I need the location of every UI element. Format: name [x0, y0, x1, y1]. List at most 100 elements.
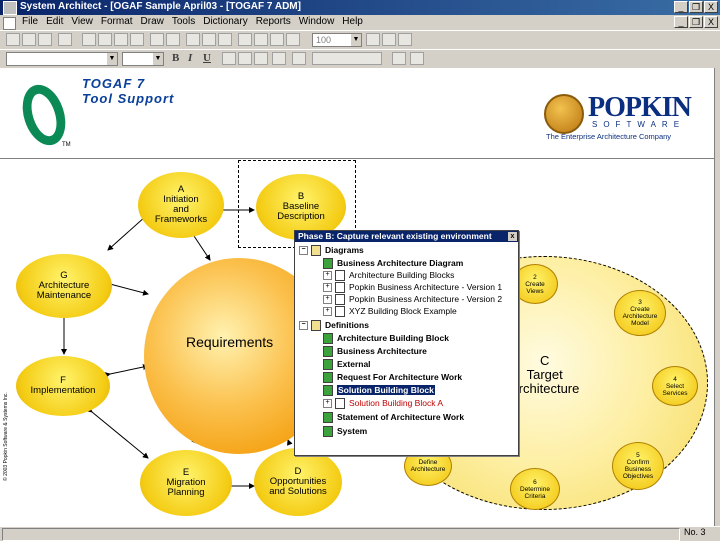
menu-window[interactable]: Window [299, 16, 335, 27]
menu-view[interactable]: View [71, 16, 93, 27]
tree-label: Solution Building Block A [349, 398, 444, 408]
cut-icon[interactable] [82, 33, 96, 46]
align-icon[interactable] [254, 33, 268, 46]
pointer-icon[interactable] [392, 52, 406, 65]
align-center-icon[interactable] [238, 52, 252, 65]
size-combo[interactable]: ▼ [122, 52, 164, 66]
menu-draw[interactable]: Draw [141, 16, 164, 27]
properties-icon[interactable] [150, 33, 164, 46]
paste-icon[interactable] [114, 33, 128, 46]
doc-minimize-button[interactable]: _ [674, 16, 688, 28]
font-combo[interactable]: ▼ [6, 52, 118, 66]
step-5-node[interactable]: 5 Confirm Business Objectives [612, 442, 664, 490]
connector-icon[interactable] [410, 52, 424, 65]
tree-item-abb[interactable]: + Architecture Building Blocks [323, 269, 455, 282]
chevron-down-icon[interactable]: ▼ [153, 53, 163, 65]
phase-f-node[interactable]: F Implementation [16, 356, 110, 416]
menu-help[interactable]: Help [342, 16, 363, 27]
align-left-icon[interactable] [222, 52, 236, 65]
line-style-combo[interactable] [312, 52, 382, 65]
vertical-scrollbar[interactable] [714, 68, 720, 526]
menu-reports[interactable]: Reports [256, 16, 291, 27]
tree-item-popkin-v2[interactable]: + Popkin Business Architecture - Version … [323, 293, 502, 306]
save-icon[interactable] [38, 33, 52, 46]
chevron-down-icon[interactable]: ▼ [351, 34, 361, 46]
phase-a-node[interactable]: A Initiation and Frameworks [138, 172, 224, 238]
expand-icon[interactable]: + [323, 399, 332, 409]
tree-item-sbb-a[interactable]: + Solution Building Block A [323, 397, 444, 410]
tree-item-sbb[interactable]: Solution Building Block [323, 384, 435, 397]
doc-restore-button[interactable]: ❒ [689, 16, 703, 28]
step-3-node[interactable]: 3 Create Architecture Model [614, 290, 666, 336]
chevron-down-icon[interactable]: ▼ [107, 53, 117, 65]
table-icon[interactable] [202, 33, 216, 46]
document-icon [335, 294, 345, 306]
collapse-icon[interactable]: − [299, 321, 308, 331]
step-6-node[interactable]: 6 Determine Criteria [510, 468, 560, 510]
expand-icon[interactable]: + [323, 307, 332, 317]
bold-button[interactable]: B [172, 52, 179, 64]
layout-icon[interactable] [270, 33, 284, 46]
arrow-a-g [107, 210, 152, 251]
phase-g-node[interactable]: G Architecture Maintenance [16, 254, 112, 318]
italic-button[interactable]: I [188, 52, 192, 64]
tree-label: Statement of Architecture Work [337, 412, 465, 422]
expand-icon[interactable]: + [323, 271, 332, 281]
definition-icon [323, 412, 333, 424]
phase-e-node[interactable]: E Migration Planning [140, 450, 232, 516]
reports-icon[interactable] [218, 33, 232, 46]
browser-icon[interactable] [166, 33, 180, 46]
tree-item-xyz[interactable]: + XYZ Building Block Example [323, 305, 457, 318]
tree-item-abb-def[interactable]: Architecture Building Block [323, 332, 449, 345]
undo-icon[interactable] [130, 33, 144, 46]
step-4-node[interactable]: 4 Select Services [652, 366, 698, 406]
fill-color-icon[interactable] [272, 52, 286, 65]
zoom-combo[interactable]: 100 ▼ [312, 33, 362, 47]
doc-close-button[interactable]: X [704, 16, 718, 28]
tree-item-system[interactable]: System [323, 425, 367, 438]
copy-icon[interactable] [98, 33, 112, 46]
tree-item-statement[interactable]: Statement of Architecture Work [323, 411, 465, 424]
menu-dictionary[interactable]: Dictionary [203, 16, 247, 27]
zoom-out-icon[interactable] [382, 33, 396, 46]
tree-item-request[interactable]: Request For Architecture Work [323, 371, 462, 384]
open-icon[interactable] [22, 33, 36, 46]
app-icon[interactable] [3, 1, 17, 15]
tree-item-business-architecture-diagram[interactable]: Business Architecture Diagram [323, 257, 463, 270]
align-right-icon[interactable] [254, 52, 268, 65]
tree-item-business-architecture[interactable]: Business Architecture [323, 345, 427, 358]
document-icon [335, 282, 345, 294]
diagram-icon[interactable] [186, 33, 200, 46]
close-button[interactable]: X [704, 1, 718, 13]
menu-file[interactable]: File [22, 16, 38, 27]
tree-item-diagrams[interactable]: − Diagrams [299, 244, 364, 257]
collapse-icon[interactable]: − [299, 246, 308, 256]
expand-icon[interactable]: + [323, 283, 332, 293]
window-titlebar[interactable]: System Architect - [OGAF Sample April03 … [0, 0, 720, 15]
print-icon[interactable] [58, 33, 72, 46]
maximize-button[interactable]: ❒ [689, 1, 703, 13]
document-icon[interactable] [3, 17, 16, 30]
zoom-in-icon[interactable] [366, 33, 380, 46]
document-icon [335, 306, 345, 318]
binoculars-icon[interactable] [286, 33, 300, 46]
phase-d-node[interactable]: D Opportunities and Solutions [254, 448, 342, 516]
menu-tools[interactable]: Tools [172, 16, 195, 27]
grid-icon[interactable] [238, 33, 252, 46]
tree-label: Architecture Building Blocks [349, 270, 455, 280]
expand-icon[interactable]: + [323, 295, 332, 305]
minimize-button[interactable]: _ [674, 1, 688, 13]
tree-item-popkin-v1[interactable]: + Popkin Business Architecture - Version … [323, 281, 502, 294]
line-color-icon[interactable] [292, 52, 306, 65]
new-icon[interactable] [6, 33, 20, 46]
menu-format[interactable]: Format [101, 16, 133, 27]
underline-button[interactable]: U [203, 52, 211, 64]
tree-item-definitions[interactable]: − Definitions [299, 319, 369, 332]
tree-item-external[interactable]: External [323, 358, 371, 371]
close-icon[interactable]: x [508, 232, 517, 241]
phase-b-popup[interactable]: Phase B: Capture relevant existing envir… [294, 230, 519, 456]
diagram-canvas[interactable]: TM TOGAF 7 Tool Support POPKIN SOFTWARE … [0, 68, 714, 526]
zoom-fit-icon[interactable] [398, 33, 412, 46]
menu-edit[interactable]: Edit [46, 16, 63, 27]
tree-label: Architecture Building Block [337, 333, 449, 343]
